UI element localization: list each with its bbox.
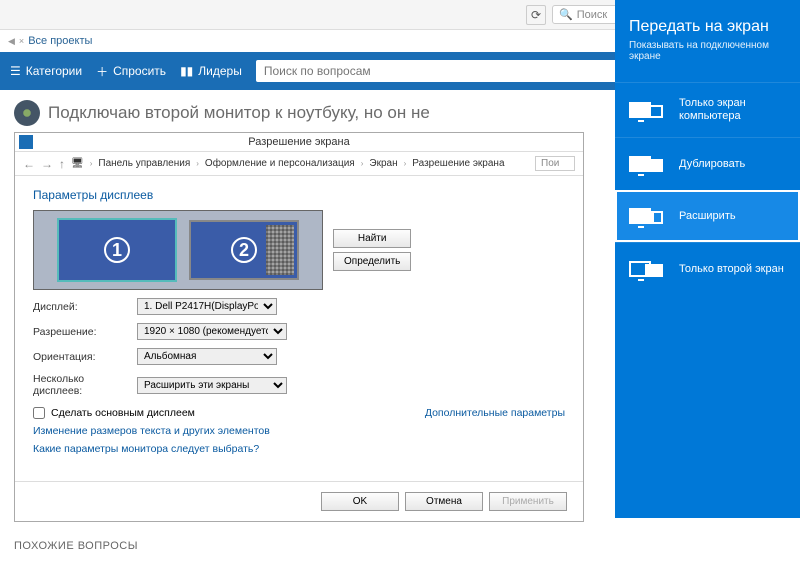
extra-params-link[interactable]: Дополнительные параметры [425,407,565,419]
window-titlebar: Разрешение экрана [15,133,583,151]
extend-icon [629,204,667,228]
label-orientation: Ориентация: [33,351,129,363]
monitor-1[interactable]: 1 [57,218,177,282]
chart-icon: ▮▮ [180,64,193,78]
nav-categories[interactable]: ☰ Категории [10,64,82,78]
project-option-duplicate[interactable]: Дублировать [615,137,800,190]
forward-icon[interactable]: → [41,157,53,171]
all-projects-link[interactable]: Все проекты [28,35,92,47]
detect-button[interactable]: Определить [333,252,411,271]
resolution-select[interactable]: 1920 × 1080 (рекомендуется) [137,323,287,340]
display-select[interactable]: 1. Dell P2417H(DisplayPort) [137,298,277,315]
nav-leaders[interactable]: ▮▮ Лидеры [180,64,242,78]
apply-button: Применить [489,492,567,511]
monitor-arrangement[interactable]: 1 2 [33,210,323,290]
project-subtitle: Показывать на подключенном экране [629,40,786,62]
textsize-link[interactable]: Изменение размеров текста и других элеме… [33,425,565,437]
duplicate-icon [629,152,667,176]
which-params-link[interactable]: Какие параметры монитора следует выбрать… [33,443,565,455]
back-icon[interactable]: ← [23,157,35,171]
monitor-2[interactable]: 2 [189,220,299,280]
label-resolution: Разрешение: [33,326,129,338]
project-title: Передать на экран [629,18,786,36]
crumb[interactable]: Оформление и персонализация [205,158,355,169]
asker-avatar[interactable] [14,100,40,126]
refresh-icon[interactable]: ⟳ [526,5,546,25]
nav-ask[interactable]: ＋ Спросить [96,63,166,80]
project-option-second-only[interactable]: Только второй экран [615,242,800,295]
crumb[interactable]: Панель управления [98,158,190,169]
make-main-checkbox[interactable] [33,407,45,419]
section-heading: Параметры дисплеев [33,188,565,202]
project-panel: Передать на экран Показывать на подключе… [615,0,800,518]
browser-search-placeholder: Поиск [577,9,607,21]
label-multi: Несколько дисплеев: [33,373,129,397]
cp-search[interactable]: Пои [535,156,575,171]
ok-button[interactable]: OK [321,492,399,511]
folder-icon: 🖥 [71,158,84,169]
second-only-icon [629,257,667,281]
up-icon[interactable]: ↑ [59,157,65,171]
list-icon: ☰ [10,64,21,78]
project-option-extend[interactable]: Расширить [615,190,800,242]
orientation-select[interactable]: Альбомная [137,348,277,365]
project-option-pc-only[interactable]: Только экран компьютера [615,82,800,137]
window-icon [19,135,33,149]
crumb[interactable]: Разрешение экрана [412,158,504,169]
label-display: Дисплей: [33,301,129,313]
pc-only-icon [629,98,667,122]
chevron-right-icon: × [19,36,24,46]
plus-icon: ＋ [96,63,108,80]
search-icon: 🔍 [559,8,573,21]
find-button[interactable]: Найти [333,229,411,248]
cancel-button[interactable]: Отмена [405,492,483,511]
related-heading: ПОХОЖИЕ ВОПРОСЫ [14,540,786,552]
crumb[interactable]: Экран [369,158,397,169]
control-panel-window: Разрешение экрана ← → ↑ 🖥 › Панель управ… [14,132,584,522]
chevron-left-icon[interactable]: ◀ [8,36,15,47]
multi-select[interactable]: Расширить эти экраны [137,377,287,394]
make-main-label: Сделать основным дисплеем [51,407,195,419]
question-title: Подключаю второй монитор к ноутбуку, но … [48,103,430,123]
